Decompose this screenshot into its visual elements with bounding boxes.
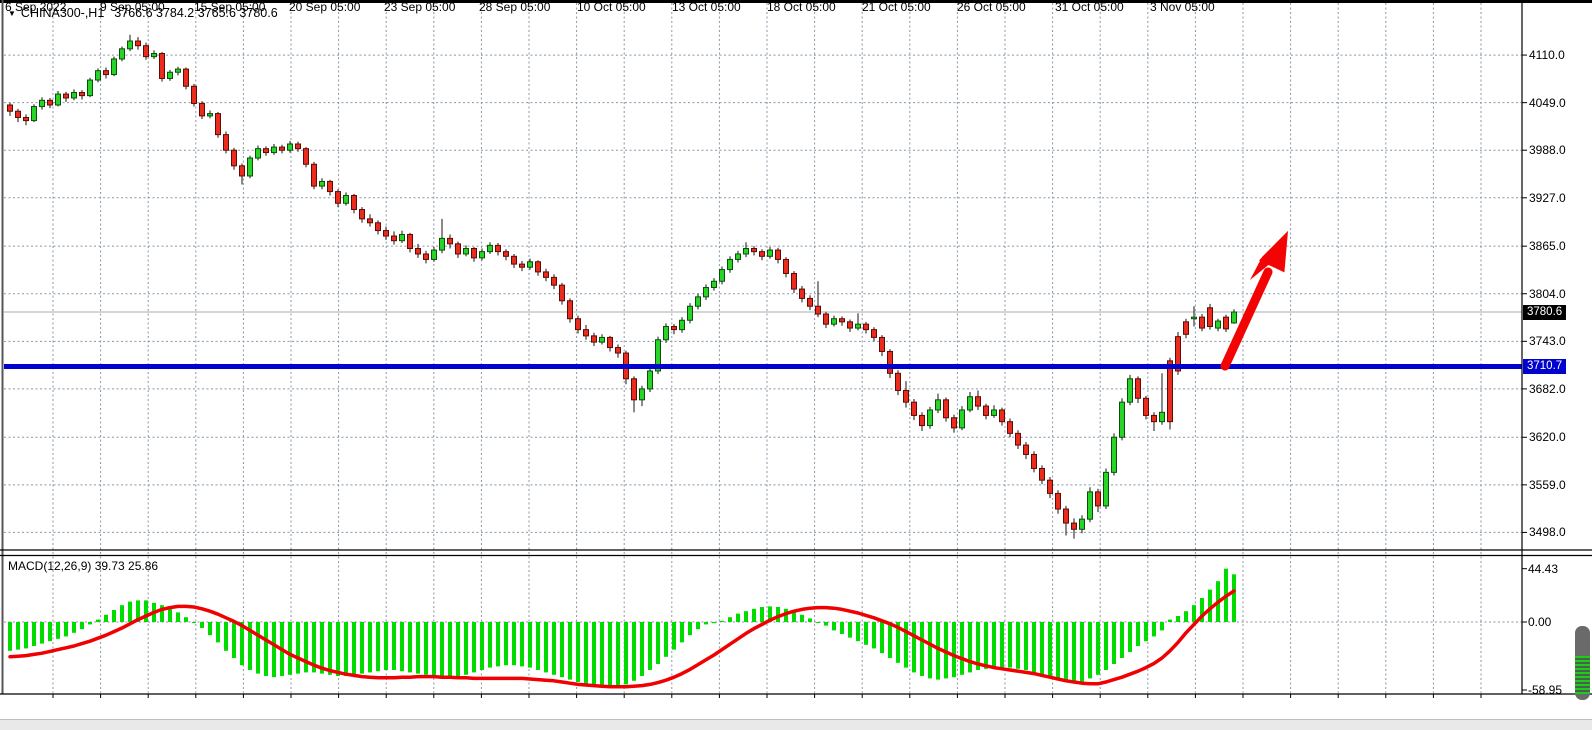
price-tick-label: 3498.0 [1529, 525, 1566, 539]
price-tick-label: 3620.0 [1529, 430, 1566, 444]
time-tick-label: 6 Sep 2022 [5, 0, 66, 14]
chart-window: ▼CHINA300-,H13766.6 3784.2 3765.6 3780.6… [0, 0, 1592, 730]
price-tick-label: 3988.0 [1529, 143, 1566, 157]
grid-lines [4, 3, 1522, 693]
support-line-price-tag: 3710.7 [1523, 359, 1566, 374]
time-tick-label: 26 Oct 05:00 [957, 0, 1026, 14]
scrollbar-grip-icon [1575, 656, 1590, 694]
panel-borders [0, 0, 1592, 698]
time-tick-label: 18 Oct 05:00 [767, 0, 836, 14]
macd-tick-label: -58.95 [1528, 683, 1562, 697]
time-tick-label: 28 Sep 05:00 [479, 0, 550, 14]
price-tick-label: 4110.0 [1529, 48, 1565, 62]
time-tick-label: 9 Sep 05:00 [100, 0, 165, 14]
price-tick-label: 3559.0 [1529, 478, 1566, 492]
time-tick-label: 3 Nov 05:00 [1150, 0, 1215, 14]
price-tick-label: 4049.0 [1529, 96, 1566, 110]
time-tick-label: 15 Sep 05:00 [194, 0, 265, 14]
time-tick-label: 13 Oct 05:00 [672, 0, 741, 14]
trend-arrow-annotation[interactable] [1225, 231, 1288, 366]
window-bottom-strip [0, 719, 1592, 730]
price-tick-label: 3865.0 [1529, 239, 1566, 253]
price-tick-label: 3682.0 [1529, 382, 1566, 396]
time-tick-label: 20 Sep 05:00 [289, 0, 360, 14]
price-tick-label: 3804.0 [1529, 287, 1566, 301]
macd-tick-label: 44.43 [1528, 562, 1558, 576]
time-tick-label: 21 Oct 05:00 [862, 0, 931, 14]
scrollbar-thumb[interactable] [1575, 626, 1590, 700]
macd-tick-label: 0.00 [1528, 615, 1551, 629]
indicator-label: MACD(12,26,9) 39.73 25.86 [8, 559, 158, 573]
price-tick-label: 3927.0 [1529, 191, 1566, 205]
time-tick-label: 31 Oct 05:00 [1055, 0, 1124, 14]
chart-canvas[interactable] [0, 0, 1592, 730]
price-tick-label: 3743.0 [1529, 334, 1566, 348]
time-tick-label: 10 Oct 05:00 [577, 0, 646, 14]
current-price-tag: 3780.6 [1523, 305, 1566, 320]
macd-histogram [8, 569, 1236, 688]
time-tick-label: 23 Sep 05:00 [384, 0, 455, 14]
